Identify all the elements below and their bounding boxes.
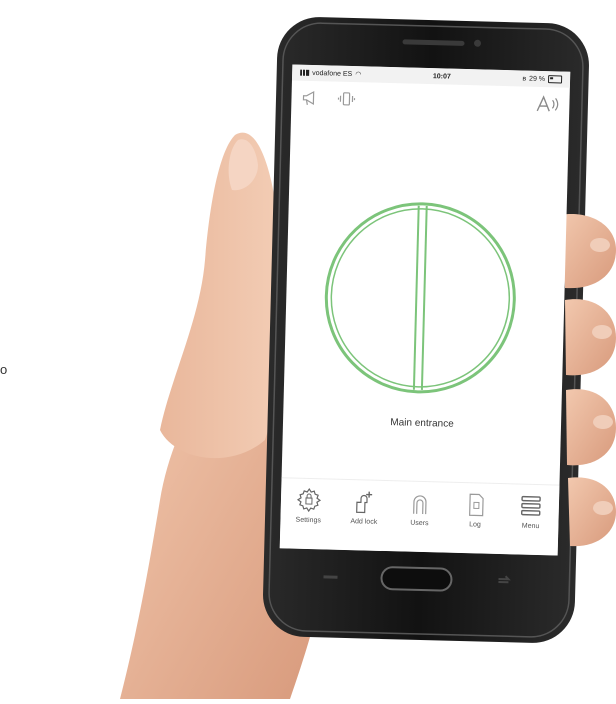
lock-toggle[interactable]	[318, 195, 523, 400]
nav-menu[interactable]: Menu	[504, 492, 557, 530]
megaphone-icon[interactable]	[301, 89, 321, 108]
vibration-icon[interactable]	[337, 90, 356, 108]
bluetooth-icon: ʙ	[522, 74, 527, 83]
nav-add-lock[interactable]: Add lock	[338, 488, 391, 526]
accessibility-text-icon[interactable]	[535, 94, 560, 115]
menu-icon	[521, 495, 541, 516]
battery-icon	[547, 75, 563, 84]
hand-thumb	[160, 132, 283, 459]
lock-name: Main entrance	[390, 417, 454, 430]
nav-settings[interactable]: Settings	[282, 486, 335, 524]
gear-lock-icon	[296, 487, 321, 513]
phone-screen: vodafone ES ◠ 10:07 ʙ 29 % Main entrance…	[279, 64, 571, 556]
nav-label-add-lock: Add lock	[350, 518, 378, 526]
nav-label-menu: Menu	[521, 522, 540, 531]
top-bar	[291, 80, 570, 121]
finger-1	[560, 214, 616, 289]
stray-text: o	[0, 362, 8, 377]
signal-icon	[300, 69, 310, 76]
users-icon	[413, 495, 427, 515]
bottom-nav: Settings Add lock Users Log Menu	[279, 477, 560, 556]
battery-percent: 29 %	[529, 75, 546, 83]
lock-area: Main entrance	[283, 124, 569, 431]
nav-label-log: Log	[469, 521, 481, 529]
status-time: 10:07	[432, 72, 451, 81]
nav-label-users: Users	[410, 519, 429, 528]
nav-log[interactable]: Log	[449, 491, 502, 529]
add-lock-icon	[356, 491, 373, 514]
nav-users[interactable]: Users	[393, 489, 446, 527]
nav-label-settings: Settings	[295, 516, 321, 525]
wifi-icon: ◠	[355, 71, 362, 79]
log-icon	[468, 493, 484, 517]
carrier-name: vodafone ES	[312, 69, 353, 78]
